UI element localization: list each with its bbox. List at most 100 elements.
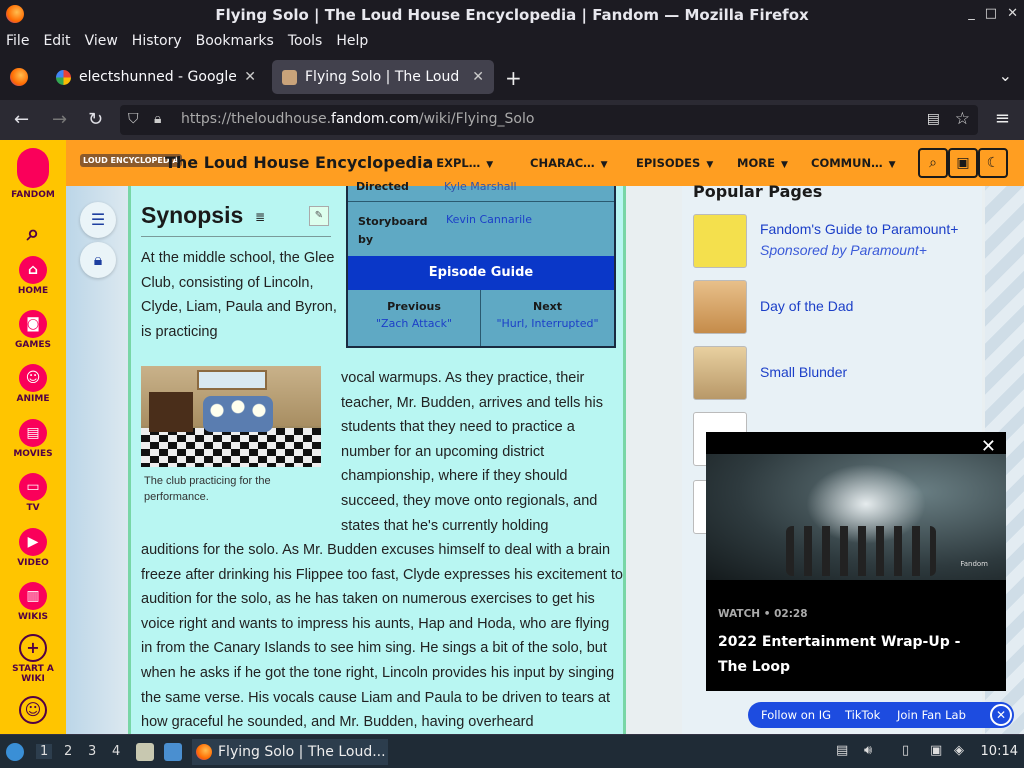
url-text[interactable]: https://theloudhouse.fandom.com/wiki/Fly… — [181, 111, 534, 127]
tab-label: electshunned - Google Se — [79, 69, 237, 85]
video-duration: WATCH • 02:28 — [718, 608, 808, 620]
tab-bar: electshunned - Google Se ✕ Flying Solo |… — [0, 52, 1024, 100]
file-manager-icon[interactable] — [136, 743, 154, 761]
app-menu-button[interactable]: ≡ — [995, 108, 1010, 129]
menubar: File Edit View History Bookmarks Tools H… — [0, 30, 1024, 52]
rail-wikis[interactable]: ▥ WIKIS — [0, 582, 66, 622]
desktop-icon[interactable] — [164, 743, 182, 761]
tiktok-link[interactable]: TikTok — [845, 708, 880, 722]
popular-page-link[interactable]: Day of the Dad — [760, 298, 853, 314]
menu-tools[interactable]: Tools — [288, 33, 323, 49]
episode-infobox: Directed Kyle Marshall Storyboard by Kev… — [346, 180, 616, 348]
movies-icon: ▤ — [19, 419, 47, 447]
wiki-search-button[interactable]: ⌕ — [918, 148, 948, 178]
edit-section-icon[interactable]: ✎ — [309, 206, 329, 226]
notes-icon[interactable]: ▯ — [902, 743, 909, 758]
clipboard-icon[interactable]: ▤ — [836, 743, 848, 758]
reload-button[interactable]: ↻ — [88, 109, 103, 130]
workspace-4[interactable]: 4 — [112, 744, 120, 759]
minimize-button[interactable]: _ — [968, 6, 975, 21]
reader-view-icon[interactable]: ▤ — [927, 111, 940, 127]
fandom-watermark: Fandom — [960, 560, 988, 568]
wiki-header: LOUD ENCYCLOPEDIA The Loud House Encyclo… — [66, 140, 1024, 186]
tab-flying-solo[interactable]: Flying Solo | The Loud Ho ✕ — [272, 60, 494, 94]
workspace-1[interactable]: 1 — [36, 744, 53, 759]
plus-icon: + — [19, 634, 47, 662]
rail-tv[interactable]: ▭ TV — [0, 473, 66, 513]
list-all-tabs-button[interactable]: ⌄ — [999, 66, 1012, 85]
popular-page-thumbnail[interactable] — [693, 214, 747, 268]
nav-episodes[interactable]: EPISODES ▼ — [636, 156, 713, 170]
nav-characters[interactable]: CHARAC… ▼ — [530, 156, 608, 170]
menu-history[interactable]: History — [132, 33, 182, 49]
rail-home[interactable]: ⌂ HOME — [0, 256, 66, 296]
new-tab-button[interactable]: + — [505, 66, 522, 90]
paragraph: At the middle school, the Glee Club, con… — [141, 250, 337, 340]
wiki-name[interactable]: The Loud House Encyclopedia — [165, 153, 433, 172]
menu-file[interactable]: File — [6, 33, 29, 49]
rail-games[interactable]: ◙ GAMES — [0, 310, 66, 350]
fandom-favicon-icon — [282, 69, 297, 85]
close-tab-icon[interactable]: ✕ — [244, 69, 256, 85]
bookmark-star-icon[interactable]: ☆ — [955, 109, 970, 129]
menu-bookmarks[interactable]: Bookmarks — [196, 33, 274, 49]
close-tab-icon[interactable]: ✕ — [472, 69, 484, 85]
tab-label: Flying Solo | The Loud Ho — [305, 69, 464, 85]
nav-explore[interactable]: ⌂ EXPL… ▼ — [424, 156, 493, 170]
url-bar[interactable]: ⛉ 🔒︎ https://theloudhouse.fandom.com/wik… — [120, 105, 978, 135]
rail-movies[interactable]: ▤ MOVIES — [0, 419, 66, 459]
close-social-bar-icon[interactable]: ✕ — [990, 704, 1012, 726]
tab-google[interactable]: electshunned - Google Se ✕ — [46, 60, 266, 94]
popular-page-link[interactable]: Fandom's Guide to Paramount+ — [760, 221, 958, 237]
menu-edit[interactable]: Edit — [43, 33, 70, 49]
next-episode-link[interactable]: "Hurl, Interrupted" — [481, 317, 614, 330]
rail-anime[interactable]: ☺ ANIME — [0, 364, 66, 404]
network-icon[interactable]: ▣ — [930, 743, 942, 758]
forward-button[interactable]: → — [52, 109, 67, 130]
firefox-view-icon[interactable] — [10, 68, 28, 86]
taskbar-firefox-window[interactable]: Flying Solo | The Loud... — [192, 739, 388, 765]
home-icon: ⌂ — [19, 256, 47, 284]
table-of-contents-icon[interactable]: ≣ — [255, 210, 265, 224]
nav-community[interactable]: COMMUN… ▼ — [811, 156, 896, 170]
rail-search[interactable]: ⌕ — [0, 220, 66, 250]
start-menu-icon[interactable] — [6, 743, 24, 761]
workspace-2[interactable]: 2 — [64, 744, 72, 759]
video-title[interactable]: 2022 Entertainment Wrap-Up - The Loop — [718, 630, 988, 680]
menu-help[interactable]: Help — [336, 33, 368, 49]
window-title: Flying Solo | The Loud House Encyclopedi… — [215, 6, 809, 24]
updates-icon[interactable]: ◈ — [954, 743, 964, 758]
infobox-value[interactable]: Kyle Marshall — [444, 180, 517, 193]
rail-start-a-wiki[interactable]: + START A WIKI — [0, 634, 66, 684]
popular-page-link[interactable]: Small Blunder — [760, 364, 847, 380]
featured-video-player[interactable]: ✕ Fandom WATCH • 02:28 2022 Entertainmen… — [706, 432, 1006, 691]
volume-icon[interactable]: 🔊︎ — [864, 743, 872, 758]
rail-user[interactable]: ☺ — [0, 696, 66, 726]
social-follow-bar: Follow on IG TikTok Join Fan Lab ✕ — [748, 702, 1014, 728]
close-video-button[interactable]: ✕ — [981, 436, 996, 457]
close-window-button[interactable]: ✕ — [1007, 6, 1018, 21]
follow-ig-link[interactable]: Follow on IG — [761, 708, 831, 722]
episode-screenshot[interactable] — [141, 366, 321, 467]
lock-icon[interactable]: 🔒︎ — [154, 111, 161, 127]
toc-toggle-icon[interactable]: ☰ — [80, 202, 116, 238]
discussions-button[interactable]: ▣ — [948, 148, 978, 178]
rail-video[interactable]: ▶ VIDEO — [0, 528, 66, 568]
popular-page-thumbnail[interactable] — [693, 280, 747, 334]
previous-episode-link[interactable]: "Zach Attack" — [348, 317, 480, 330]
tracking-protection-icon[interactable]: ⛉ — [128, 111, 139, 127]
fandom-home-link[interactable]: FANDOM — [0, 148, 66, 200]
wikis-icon: ▥ — [19, 582, 47, 610]
maximize-button[interactable]: □ — [985, 6, 997, 21]
menu-view[interactable]: View — [85, 33, 118, 49]
popular-page-thumbnail[interactable] — [693, 346, 747, 400]
workspace-3[interactable]: 3 — [88, 744, 96, 759]
back-button[interactable]: ← — [14, 109, 29, 130]
infobox-row: Storyboard by Kevin Cannarile — [348, 203, 614, 255]
nav-more[interactable]: MORE ▼ — [737, 156, 788, 170]
user-icon: ☺ — [19, 696, 47, 724]
storyboard-link[interactable]: Kevin Cannarile — [446, 213, 532, 226]
theme-toggle-button[interactable]: ☾ — [978, 148, 1008, 178]
join-fan-lab-link[interactable]: Join Fan Lab — [897, 708, 966, 722]
lock-icon[interactable]: 🔒︎ — [80, 242, 116, 278]
